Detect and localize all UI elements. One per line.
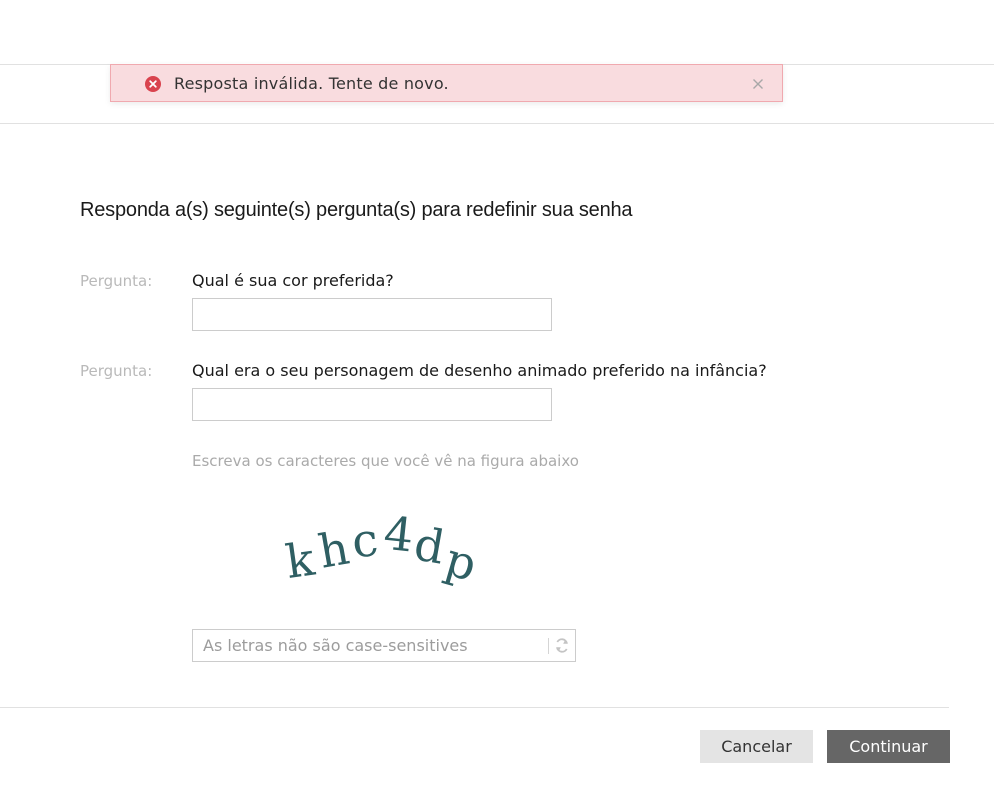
alert-message: Resposta inválida. Tente de novo. [174, 74, 449, 93]
close-icon[interactable] [751, 76, 765, 90]
error-alert: Resposta inválida. Tente de novo. [110, 64, 783, 102]
captcha-input[interactable] [193, 630, 545, 661]
captcha-char: h [315, 521, 354, 579]
captcha-field [192, 629, 576, 662]
page-title: Responda a(s) seguinte(s) pergunta(s) pa… [80, 199, 633, 221]
captcha-char: 4 [381, 506, 416, 563]
captcha-char: d [410, 516, 448, 574]
question-label: Pergunta: [80, 362, 153, 380]
answer-input-2[interactable] [192, 388, 552, 421]
captcha-char: p [440, 532, 483, 592]
error-circle-icon [145, 76, 161, 92]
refresh-icon[interactable] [554, 637, 570, 654]
captcha-hint: Escreva os caracteres que você vê na fig… [192, 452, 579, 470]
question-label: Pergunta: [80, 272, 153, 290]
divider [548, 638, 549, 654]
captcha-char: k [282, 531, 318, 589]
answer-input-1[interactable] [192, 298, 552, 331]
question-text: Qual é sua cor preferida? [192, 271, 394, 290]
captcha-image: k h c 4 d p [272, 490, 502, 610]
footer-divider [0, 707, 949, 708]
header-divider [0, 123, 994, 124]
cancel-button[interactable]: Cancelar [700, 730, 813, 763]
continue-button[interactable]: Continuar [827, 730, 950, 763]
question-text: Qual era o seu personagem de desenho ani… [192, 361, 767, 380]
captcha-char: c [349, 512, 380, 568]
